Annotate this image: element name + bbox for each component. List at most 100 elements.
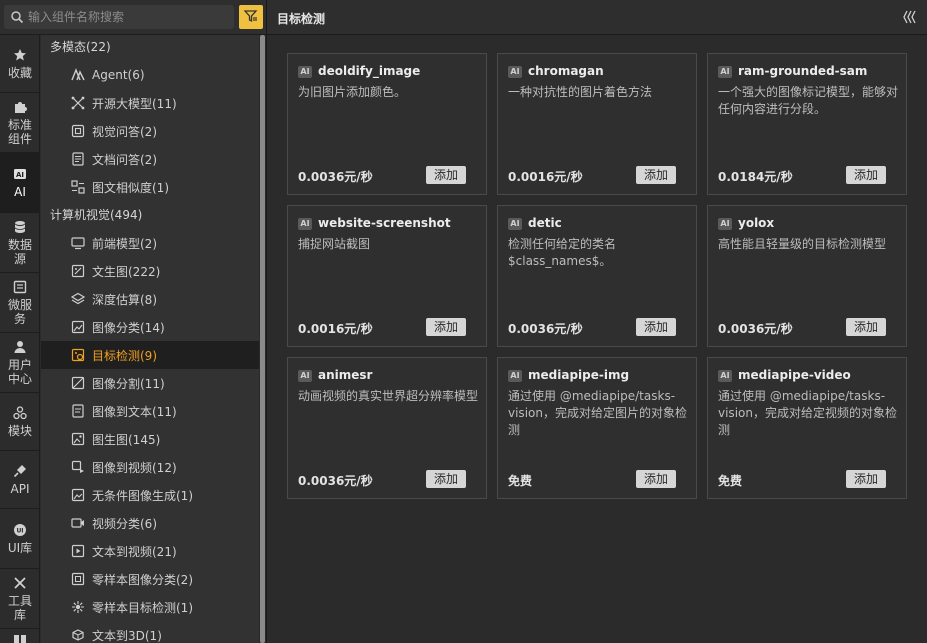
list-item-document-qa[interactable]: 文档问答(2) (41, 145, 259, 173)
rail-item-user-center[interactable]: 用户中心 (0, 333, 40, 393)
list-item-depth-estimation[interactable]: 深度估算(8) (41, 285, 259, 313)
list-item-image-text-similarity[interactable]: 图文相似度(1) (41, 173, 259, 201)
database-icon (12, 219, 28, 235)
list-item-zero-shot-object-detection[interactable]: 零样本目标检测(1) (41, 593, 259, 621)
monitor-icon (71, 236, 85, 250)
model-card[interactable]: AI mediapipe-video 通过使用 @mediapipe/tasks… (707, 357, 907, 499)
rail-item-standard-components[interactable]: 标准组件 (0, 93, 40, 153)
model-card[interactable]: AI yolox 高性能且轻量级的目标检测模型 0.0036元/秒 添加 (707, 205, 907, 347)
list-item-text-to-video[interactable]: 文本到视频(21) (41, 537, 259, 565)
list-item-visual-qa[interactable]: 视觉问答(2) (41, 117, 259, 145)
card-price: 0.0036元/秒 (298, 474, 373, 488)
scrollbar-thumb[interactable] (260, 35, 265, 643)
rail-label: 工具库 (7, 594, 32, 622)
filter-button[interactable] (239, 5, 263, 29)
collapse-icon[interactable] (902, 9, 918, 25)
rail-item-data-source[interactable]: 数据源 (0, 213, 40, 273)
rail-item-microservice[interactable]: 微服务 (0, 273, 40, 333)
model-card[interactable]: AI mediapipe-img 通过使用 @mediapipe/tasks-v… (497, 357, 697, 499)
list-item-text-to-image[interactable]: 文生图(222) (41, 257, 259, 285)
search-input[interactable] (28, 5, 228, 29)
category-multimodal[interactable]: 多模态(22) (50, 35, 111, 61)
model-card[interactable]: AI chromagan 一种对抗性的图片着色方法 0.0016元/秒 添加 (497, 53, 697, 195)
list-item-video-classification[interactable]: 视频分类(6) (41, 509, 259, 537)
search-bar (0, 0, 266, 35)
add-button[interactable]: 添加 (636, 470, 676, 488)
ai-badge-icon: AI (508, 370, 522, 382)
zero-shot-detect-icon (71, 600, 85, 614)
list-item-label: 图像到视频(12) (92, 460, 177, 475)
add-button[interactable]: 添加 (426, 318, 466, 336)
list-scrollbar[interactable] (259, 35, 266, 643)
rail-item-modules[interactable]: 模块 (0, 393, 40, 451)
main-panel: 目标检测 AI deoldify_image 为旧图片添加颜色。 0.0036元… (266, 0, 927, 643)
svg-text:AI: AI (16, 171, 24, 179)
list-item-label: 零样本目标检测(1) (92, 600, 193, 615)
card-title: ram-grounded-sam (738, 64, 868, 78)
rail-item-tools[interactable]: 工具库 (0, 569, 40, 629)
rail-item-api[interactable]: API (0, 451, 40, 509)
main-header: 目标检测 (267, 0, 927, 35)
add-button[interactable]: 添加 (636, 318, 676, 336)
list-item-image-classification[interactable]: 图像分类(14) (41, 313, 259, 341)
svg-text:UI: UI (16, 528, 23, 535)
model-card[interactable]: AI ram-grounded-sam 一个强大的图像标记模型，能够对任何内容进… (707, 53, 907, 195)
add-button[interactable]: 添加 (846, 318, 886, 336)
tools-icon (12, 575, 28, 591)
model-card[interactable]: AI website-screenshot 捕捉网站截图 0.0016元/秒 添… (287, 205, 487, 347)
list-item-object-detection[interactable]: 目标检测(9) (41, 341, 259, 369)
rail-label: 模块 (7, 424, 32, 438)
rail-item-ai[interactable]: AI AI (0, 153, 40, 213)
list-item-image-to-video[interactable]: 图像到视频(12) (41, 453, 259, 481)
list-item-open-source-model[interactable]: 开源大模型(11) (41, 89, 259, 117)
list-item-text-to-3d[interactable]: 文本到3D(1) (41, 621, 259, 643)
add-button[interactable]: 添加 (426, 166, 466, 184)
model-card[interactable]: AI animesr 动画视频的真实世界超分辨率模型 0.0036元/秒 添加 (287, 357, 487, 499)
card-description: 通过使用 @mediapipe/tasks-vision，完成对给定图片的对象检… (508, 389, 687, 437)
ai-badge-icon: AI (718, 370, 732, 382)
add-button[interactable]: 添加 (846, 470, 886, 488)
card-price: 0.0036元/秒 (718, 322, 793, 336)
rail-label: 收藏 (7, 66, 32, 80)
search-box[interactable] (4, 5, 234, 29)
model-card[interactable]: AI detic 检测任何给定的类名$class_names$。 0.0036元… (497, 205, 697, 347)
category-computer-vision[interactable]: 计算机视觉(494) (50, 201, 142, 229)
more-icon (12, 633, 28, 643)
rail-item-ui-library[interactable]: UI UI库 (0, 509, 40, 569)
puzzle-icon (12, 99, 28, 115)
card-title: detic (528, 216, 562, 230)
rail-item-more[interactable] (0, 629, 40, 643)
layers-icon (71, 292, 85, 306)
card-price: 0.0016元/秒 (508, 170, 583, 184)
card-title: mediapipe-img (528, 368, 630, 382)
add-button[interactable]: 添加 (636, 166, 676, 184)
list-item-zero-shot-image-classification[interactable]: 零样本图像分类(2) (41, 565, 259, 593)
list-item-image-segmentation[interactable]: 图像分割(11) (41, 369, 259, 397)
list-item-label: 目标检测(9) (92, 348, 157, 363)
service-icon (12, 279, 28, 295)
rail-item-favorites[interactable]: 收藏 (0, 35, 40, 93)
card-title: website-screenshot (318, 216, 451, 230)
card-price: 0.0184元/秒 (718, 170, 793, 184)
rail-label: UI库 (7, 541, 33, 555)
model-card[interactable]: AI deoldify_image 为旧图片添加颜色。 0.0036元/秒 添加 (287, 53, 487, 195)
list-item-label: 图生图(145) (92, 432, 161, 447)
ai-badge-icon: AI (298, 370, 312, 382)
card-description: 捕捉网站截图 (298, 237, 371, 251)
list-item-unconditional-image-generation[interactable]: 无条件图像生成(1) (41, 481, 259, 509)
plug-icon (12, 463, 28, 479)
add-button[interactable]: 添加 (846, 166, 886, 184)
list-item-image-to-image[interactable]: 图生图(145) (41, 425, 259, 453)
list-item-agent[interactable]: Agent(6) (41, 61, 259, 89)
list-item-image-to-text[interactable]: 图像到文本(11) (41, 397, 259, 425)
add-button[interactable]: 添加 (426, 470, 466, 488)
card-title: animesr (318, 368, 373, 382)
card-description: 一个强大的图像标记模型，能够对任何内容进行分段。 (718, 85, 899, 116)
category-rail: 收藏 标准组件 AI AI 数据源 微服务 用户中心 模块 API UI UI库… (0, 35, 40, 643)
visual-qa-icon (71, 124, 85, 138)
card-title: deoldify_image (318, 64, 421, 78)
list-item-label: Agent(6) (92, 68, 145, 82)
list-item-label: 文生图(222) (92, 264, 161, 279)
list-item-frontend-model[interactable]: 前端模型(2) (41, 229, 259, 257)
rail-label: 标准组件 (7, 118, 32, 146)
